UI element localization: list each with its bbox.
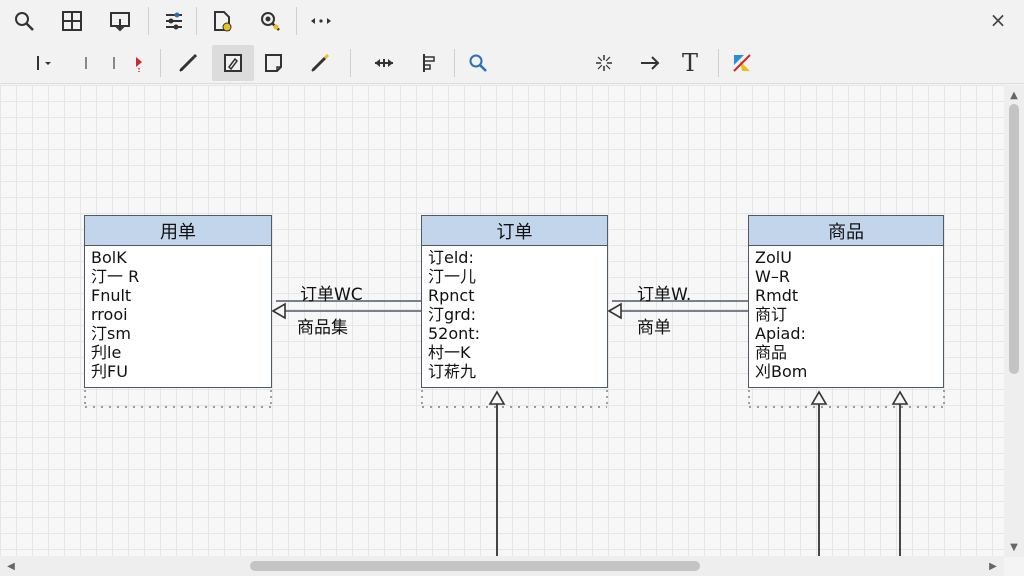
toolbar-separator [454, 49, 455, 77]
horizontal-scrollbar-thumb[interactable] [250, 561, 700, 571]
zoom-icon[interactable] [8, 5, 40, 37]
color-icon[interactable] [726, 47, 758, 79]
line-style-icon[interactable] [26, 47, 58, 79]
relation-label-top-1[interactable]: 订单WC [300, 280, 363, 305]
entity-field[interactable]: Fnult [91, 286, 265, 305]
entity-field[interactable]: 刋le [91, 343, 265, 362]
scroll-left-icon[interactable]: ◀ [4, 559, 18, 573]
entity-title: 订单 [422, 216, 607, 246]
entity-fields: ZolU W–R Rmdt 商订 Apiad: 商品 刈Bom [749, 246, 943, 383]
connector-icon[interactable] [305, 5, 337, 37]
entity-field[interactable]: BolK [91, 248, 265, 267]
shape-icon[interactable] [258, 47, 290, 79]
snap-icon[interactable] [588, 47, 620, 79]
entity-order[interactable]: 订单 订eld: 汀一儿 Rpnct 汀grd: 52ont: 村一K 订菥九 [421, 215, 608, 388]
relation-label-top-2[interactable]: 订单W. [637, 280, 691, 305]
entity-field[interactable]: Apiad: [755, 324, 937, 343]
vertical-scrollbar-thumb[interactable] [1009, 104, 1019, 374]
document-icon[interactable] [206, 5, 238, 37]
toolbar-separator [196, 7, 197, 35]
move-icon[interactable] [368, 47, 400, 79]
entity-fields: 订eld: 汀一儿 Rpnct 汀grd: 52ont: 村一K 订菥九 [422, 246, 607, 383]
settings-icon[interactable] [158, 5, 190, 37]
pen-icon[interactable] [304, 47, 336, 79]
line-arrow-icon[interactable] [122, 47, 154, 79]
entity-field[interactable]: ZolU [755, 248, 937, 267]
entity-field[interactable]: 汀sm [91, 324, 265, 343]
entity-field[interactable]: 订eld: [428, 248, 601, 267]
entity-field[interactable]: 刈Bom [755, 362, 937, 381]
shape-edit-icon[interactable] [212, 45, 254, 81]
entity-title: 商品 [749, 216, 943, 246]
entity-field[interactable]: 商订 [755, 305, 937, 324]
search-icon[interactable] [462, 47, 494, 79]
relation-label-bottom-2[interactable]: 商单 [637, 313, 671, 338]
arrow-icon[interactable] [634, 47, 666, 79]
scroll-right-icon[interactable]: ▶ [986, 559, 1000, 573]
table-icon[interactable] [56, 5, 88, 37]
entity-field[interactable]: 刋FU [91, 362, 265, 381]
entity-product[interactable]: 商品 ZolU W–R Rmdt 商订 Apiad: 商品 刈Bom [748, 215, 944, 388]
main-toolbar: × [0, 0, 1024, 42]
entity-field[interactable]: 汀grd: [428, 305, 601, 324]
pencil-icon[interactable] [172, 47, 204, 79]
entity-field[interactable]: Rpnct [428, 286, 601, 305]
relation-label-bottom-1[interactable]: 商品集 [297, 313, 348, 338]
scroll-down-icon[interactable]: ▼ [1007, 540, 1021, 554]
entity-field[interactable]: 订菥九 [428, 362, 601, 381]
entity-field[interactable]: rrooi [91, 305, 265, 324]
scroll-up-icon[interactable]: ▲ [1007, 88, 1021, 102]
zoom-settings-icon[interactable] [254, 5, 286, 37]
entity-title: 用单 [85, 216, 271, 246]
entity-field[interactable]: 商品 [755, 343, 937, 362]
toolbar-separator [350, 49, 351, 77]
export-icon[interactable] [104, 5, 136, 37]
entity-user[interactable]: 用单 BolK 汀一 R Fnult rrooi 汀sm 刋le 刋FU [84, 215, 272, 388]
entity-field[interactable]: 汀一儿 [428, 267, 601, 286]
text-icon[interactable]: T [674, 47, 706, 79]
entity-field[interactable]: W–R [755, 267, 937, 286]
entity-fields: BolK 汀一 R Fnult rrooi 汀sm 刋le 刋FU [85, 246, 271, 383]
drawing-toolbar: T [0, 42, 1024, 123]
entity-field[interactable]: 汀一 R [91, 267, 265, 286]
align-icon[interactable] [412, 47, 444, 79]
toolbar-separator [160, 49, 161, 77]
toolbar-separator [718, 49, 719, 77]
toolbar-separator [148, 7, 149, 35]
entity-field[interactable]: Rmdt [755, 286, 937, 305]
entity-field[interactable]: 52ont: [428, 324, 601, 343]
close-button[interactable]: × [984, 6, 1012, 34]
entity-field[interactable]: 村一K [428, 343, 601, 362]
toolbar-separator [296, 7, 297, 35]
